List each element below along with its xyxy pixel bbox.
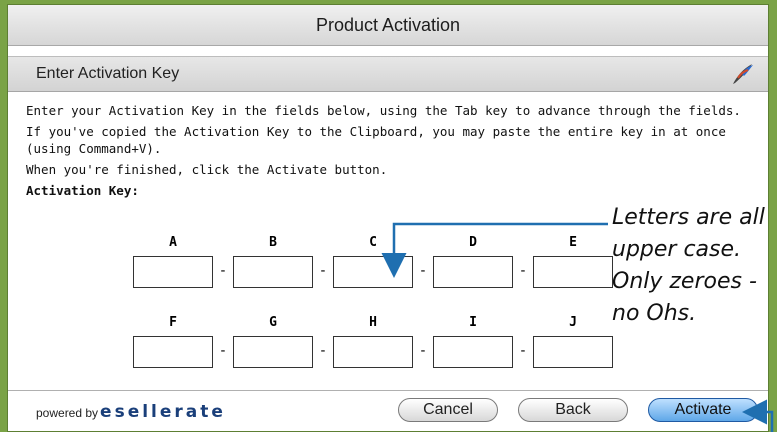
key-field-h[interactable] [333,336,413,368]
key-field-j[interactable] [533,336,613,368]
separator: - [418,343,428,359]
window-title: Product Activation [315,14,461,35]
key-field-g[interactable] [233,336,313,368]
key-field-c[interactable] [333,256,413,288]
section-title: Enter Activation Key [36,65,180,82]
field-label-c: C [369,235,377,250]
separator: - [318,263,328,279]
annotation-note: Letters are all upper case. Only zeroes … [612,205,765,326]
section-header: Enter Activation Key [8,56,768,92]
field-label-b: B [269,235,277,250]
key-field-d[interactable] [433,256,513,288]
separator: - [418,263,428,279]
back-button[interactable]: Back [518,398,628,422]
key-field-f[interactable] [133,336,213,368]
instruction-tab: Enter your Activation Key in the fields … [26,103,741,118]
powered-by: powered by esellerate [36,402,226,422]
titlebar-gap [8,46,768,56]
key-field-a[interactable] [133,256,213,288]
key-field-e[interactable] [533,256,613,288]
separator: - [518,343,528,359]
field-label-a: A [169,235,177,250]
field-label-f: F [169,315,177,330]
field-label-j: J [569,315,577,330]
instruction-paste: If you've copied the Activation Key to t… [26,124,726,156]
field-label-i: I [469,315,477,330]
instructions: Enter your Activation Key in the fields … [8,92,768,199]
window-titlebar: Product Activation [8,5,768,46]
activate-button[interactable]: Activate [648,398,758,422]
separator: - [218,343,228,359]
cancel-button[interactable]: Cancel [398,398,498,422]
esellerate-logo: esellerate [100,402,226,422]
separator: - [318,343,328,359]
dialog-footer: powered by esellerate Cancel Back Activa… [8,390,768,431]
key-field-b[interactable] [233,256,313,288]
activation-key-label: Activation Key: [26,183,139,198]
key-field-i[interactable] [433,336,513,368]
field-label-g: G [269,315,277,330]
field-label-e: E [569,235,577,250]
powered-by-label: powered by [36,406,99,420]
field-label-d: D [469,235,477,250]
separator: - [218,263,228,279]
field-label-h: H [369,315,377,330]
feather-logo-icon [733,64,753,84]
separator: - [518,263,528,279]
instruction-finish: When you're finished, click the Activate… [26,162,388,177]
